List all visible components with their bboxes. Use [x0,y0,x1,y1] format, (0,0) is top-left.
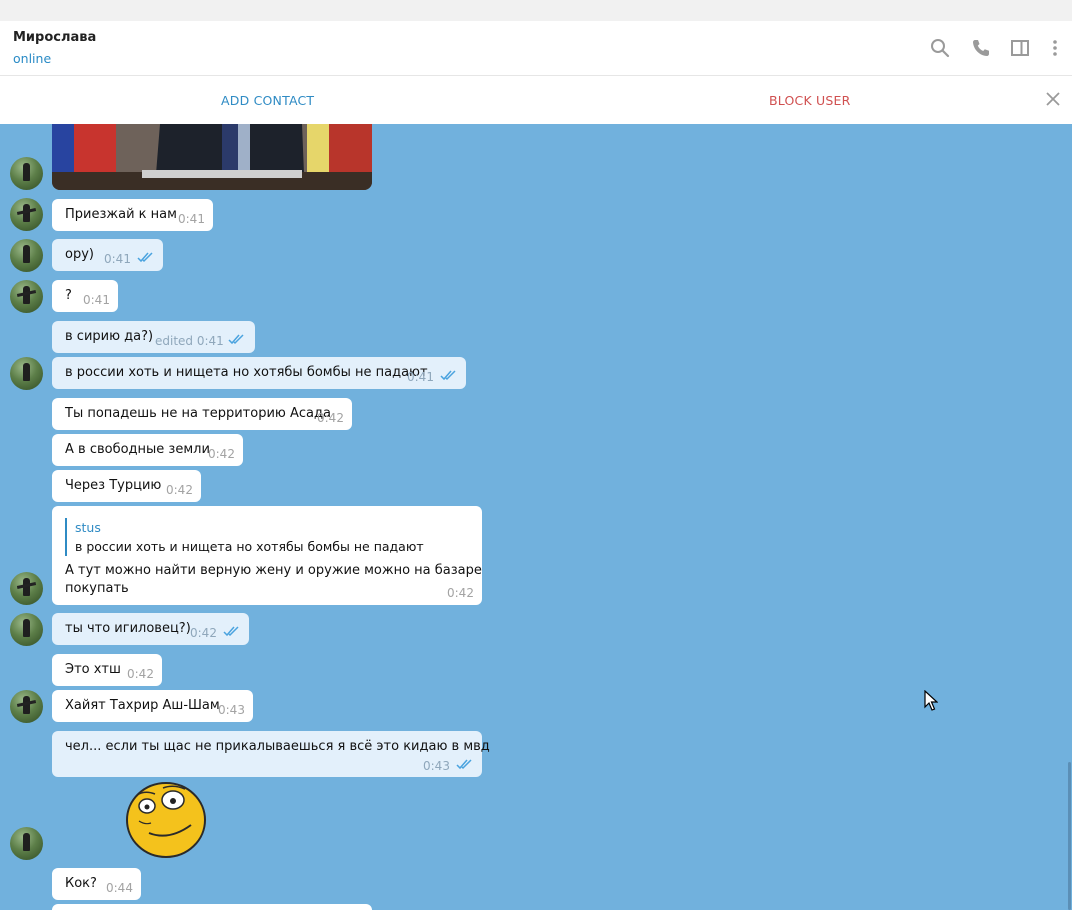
message-time: 0:44 [106,881,133,895]
message-text: в россии хоть и нищета но хотябы бомбы н… [65,365,428,380]
message-text: Приезжай к нам [65,207,177,222]
message-text: Через Турцию [65,478,162,493]
more-vert-icon[interactable] [1044,37,1066,59]
message-bubble[interactable]: Кок? 0:44 [52,868,141,900]
message-bubble[interactable]: в россии хоть и нищета но хотябы бомбы н… [52,357,466,389]
message-bubble-reply[interactable]: stus в россии хоть и нищета но хотябы бо… [52,506,482,605]
smiley-face-sticker[interactable] [125,781,207,859]
message-time: edited 0:41 [155,334,224,348]
action-bar: ADD CONTACT BLOCK USER [0,76,1072,125]
message-text: ты что игиловец?) [65,621,191,636]
avatar[interactable] [10,613,43,646]
message-list[interactable]: Приезжай к нам 0:41 ору) 0:41 ? 0:41 в с… [0,124,1072,910]
message-bubble[interactable]: Через Турцию 0:42 [52,470,201,502]
message-text: ? [65,288,72,303]
message-time: 0:43 [423,759,450,773]
search-icon[interactable] [929,37,951,59]
message-bubble[interactable]: Приезжай к нам 0:41 [52,199,213,231]
read-checks-icon [223,626,239,637]
message-bubble[interactable]: ты что игиловец?) 0:42 [52,613,249,645]
avatar[interactable] [10,239,43,272]
message-time: 0:42 [127,667,154,681]
message-text-line: покупать [65,581,129,596]
message-text: Ты попадешь не на территорию Асада [65,406,331,421]
reply-author[interactable]: stus [75,520,101,535]
message-bubble-partial[interactable] [52,904,372,910]
message-text: чел... если ты щас не прикалываешься я в… [65,739,490,754]
avatar[interactable] [10,280,43,313]
phone-icon[interactable] [970,37,992,59]
message-text: Хайят Тахрир Аш-Шам [65,698,220,713]
read-checks-icon [456,759,472,770]
message-time: 0:41 [178,212,205,226]
block-user-button[interactable]: BLOCK USER [769,93,851,108]
message-time: 0:42 [208,447,235,461]
message-time: 0:42 [447,586,474,600]
message-time: 0:42 [317,411,344,425]
sidebar-toggle-icon[interactable] [1009,37,1031,59]
photo-message[interactable] [52,124,372,190]
message-bubble[interactable]: чел... если ты щас не прикалываешься я в… [52,731,490,777]
message-time: 0:42 [166,483,193,497]
avatar[interactable] [10,690,43,723]
avatar[interactable] [10,357,43,390]
message-time: 0:43 [218,703,245,717]
message-bubble[interactable]: ору) 0:41 [52,239,163,271]
message-text: ору) [65,247,94,262]
add-contact-button[interactable]: ADD CONTACT [221,93,314,108]
message-text: А в свободные земли [65,442,210,457]
mouse-cursor-icon [924,690,938,711]
message-text: Кок? [65,876,97,891]
message-time: 0:41 [407,370,434,384]
scrollbar-thumb[interactable] [1068,762,1071,910]
message-text-line: А тут можно найти верную жену и оружие м… [65,563,482,578]
message-bubble[interactable]: в сирию да?) edited 0:41 [52,321,255,353]
message-time: 0:41 [83,293,110,307]
message-bubble[interactable]: Ты попадешь не на территорию Асада 0:42 [52,398,352,430]
message-text: в сирию да?) [65,329,154,344]
avatar[interactable] [10,827,43,860]
message-bubble[interactable]: ? 0:41 [52,280,118,312]
message-bubble[interactable]: Это хтш 0:42 [52,654,162,686]
message-time: 0:41 [104,252,131,266]
avatar[interactable] [10,198,43,231]
close-icon[interactable] [1044,90,1062,108]
read-checks-icon [440,370,456,381]
message-time: 0:42 [190,626,217,640]
peer-status: online [13,51,52,66]
read-checks-icon [228,334,244,345]
message-bubble[interactable]: Хайят Тахрир Аш-Шам 0:43 [52,690,253,722]
avatar[interactable] [10,572,43,605]
message-text: Это хтш [65,662,121,677]
message-bubble[interactable]: А в свободные земли 0:42 [52,434,243,466]
chat-header: Мирослава online [0,21,1072,76]
reply-bar [65,518,67,556]
avatar[interactable] [10,157,43,190]
window-top-strip [0,0,1072,21]
reply-quote[interactable]: в россии хоть и нищета но хотябы бомбы н… [75,539,424,554]
read-checks-icon [137,252,153,263]
peer-name[interactable]: Мирослава [13,30,96,45]
